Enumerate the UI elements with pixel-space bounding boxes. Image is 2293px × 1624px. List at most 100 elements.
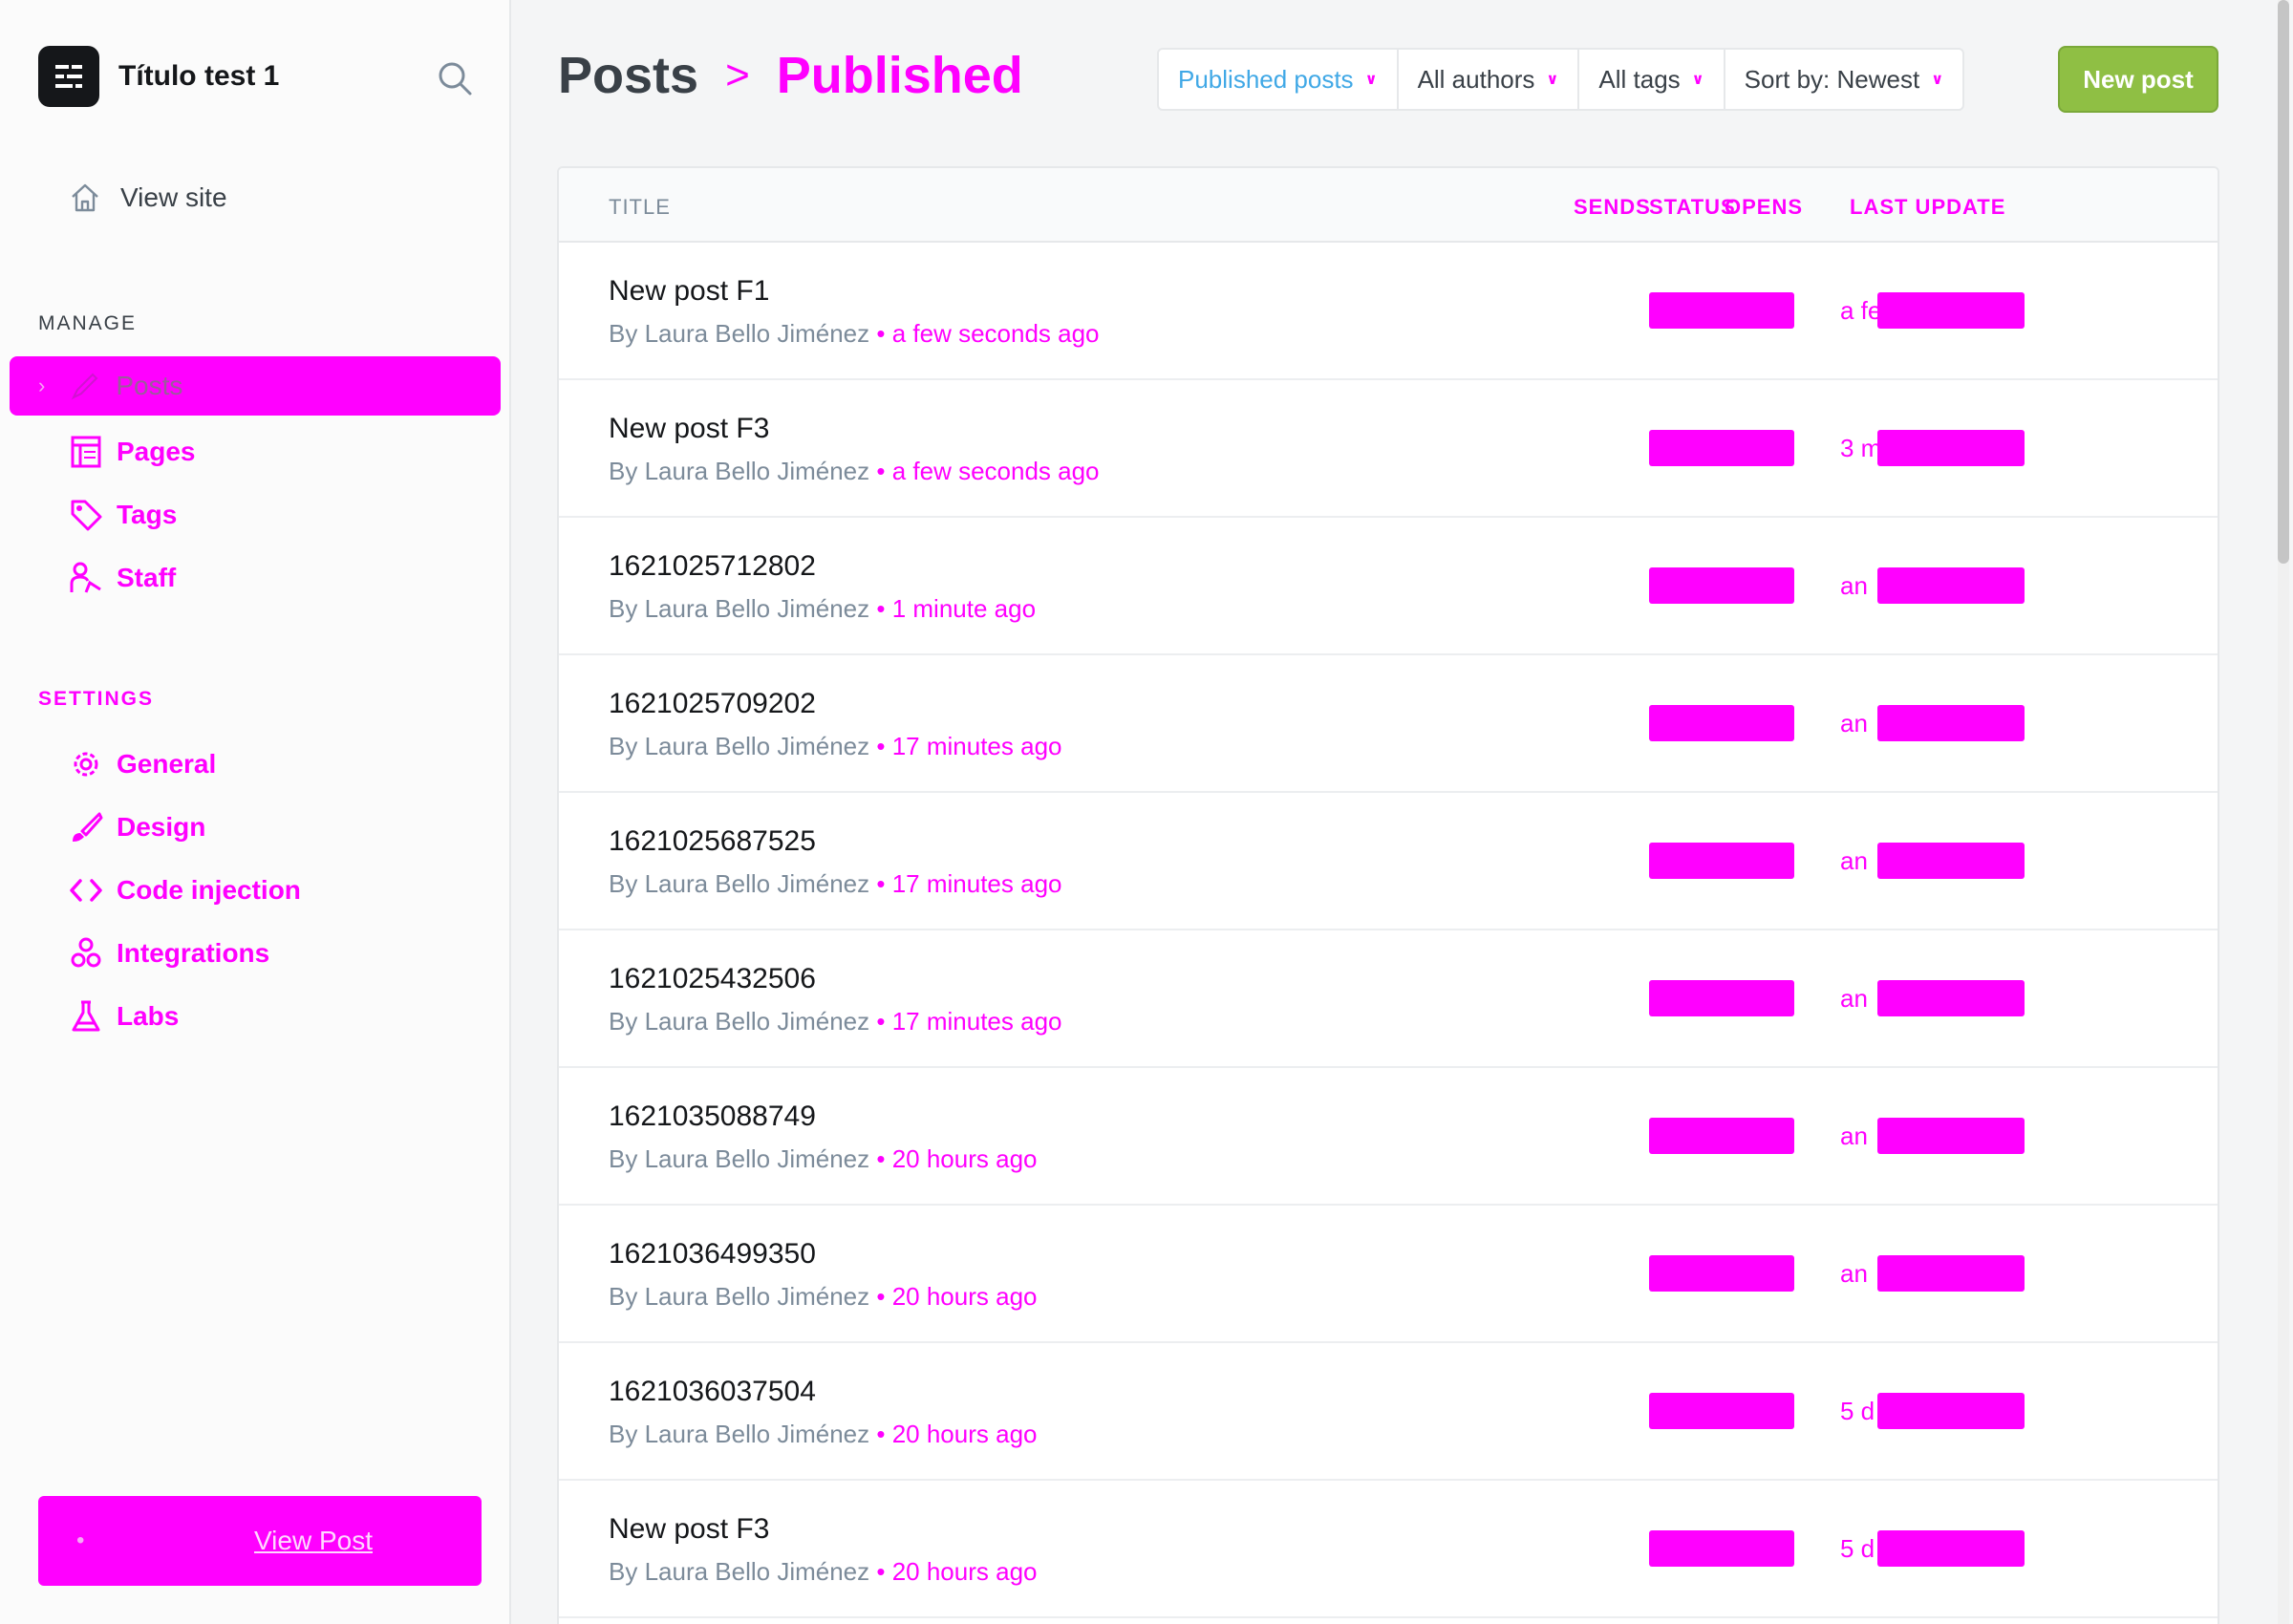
table-row[interactable]: New post F3 By Laura Bello Jiménez • 20 …	[559, 1481, 2218, 1618]
sidebar-item-code-injection[interactable]: Code injection	[69, 873, 301, 908]
view-post-link[interactable]: View Post	[254, 1526, 373, 1556]
post-author: By Laura Bello Jiménez	[609, 1007, 870, 1036]
status-badge	[1649, 705, 1794, 741]
brand[interactable]: Título test 1	[38, 46, 279, 107]
table-row[interactable]: 1621025432506 By Laura Bello Jiménez • 1…	[559, 930, 2218, 1068]
post-meta: By Laura Bello Jiménez • 20 hours ago	[609, 1420, 1038, 1449]
search-icon[interactable]	[436, 59, 474, 97]
post-meta: By Laura Bello Jiménez • 20 hours ago	[609, 1144, 1038, 1174]
column-opens[interactable]: OPENS	[1725, 195, 1803, 220]
post-title: 1621025432506	[609, 963, 816, 994]
post-time: • 20 hours ago	[876, 1420, 1038, 1448]
home-icon	[69, 182, 101, 214]
post-author: By Laura Bello Jiménez	[609, 457, 870, 485]
sidebar-item-staff[interactable]: Staff	[69, 561, 176, 595]
post-meta: By Laura Bello Jiménez • 17 minutes ago	[609, 869, 1062, 899]
post-author: By Laura Bello Jiménez	[609, 319, 870, 348]
table-row[interactable]: 1621036499350 By Laura Bello Jiménez • 2…	[559, 1206, 2218, 1343]
status-badge	[1649, 1255, 1794, 1292]
status-badge	[1649, 292, 1794, 329]
post-title: New post F1	[609, 275, 770, 307]
post-time: • 20 hours ago	[876, 1144, 1038, 1173]
staff-icon	[69, 561, 103, 595]
posts-table: TITLE SENDS STATUS OPENS LAST UPDATE New…	[557, 166, 2219, 1624]
page-subtitle: Published	[776, 47, 1023, 104]
view-post-banner[interactable]: • View Post	[38, 1496, 482, 1586]
column-last-update[interactable]: LAST UPDATE	[1850, 195, 2005, 220]
status-badge	[1649, 980, 1794, 1016]
last-update-badge	[1877, 292, 2025, 329]
code-icon	[69, 873, 103, 908]
post-author: By Laura Bello Jiménez	[609, 1282, 870, 1311]
sidebar-item-posts[interactable]: › Posts	[10, 356, 501, 416]
last-update-badge	[1877, 567, 2025, 604]
pages-icon	[69, 435, 103, 469]
last-update-badge	[1877, 1530, 2025, 1567]
sort-filter[interactable]: Sort by: Newest ∨	[1725, 50, 1963, 109]
post-meta: By Laura Bello Jiménez • 17 minutes ago	[609, 1007, 1062, 1036]
post-title: 1621036499350	[609, 1238, 816, 1270]
table-row[interactable]: 1621035088749 By Laura Bello Jiménez • 2…	[559, 1068, 2218, 1206]
post-author: By Laura Bello Jiménez	[609, 594, 870, 623]
table-row[interactable]: 1621036037504 By Laura Bello Jiménez • 2…	[559, 1343, 2218, 1481]
table-header: TITLE SENDS STATUS OPENS LAST UPDATE	[559, 168, 2218, 243]
post-title: 1621025709202	[609, 688, 816, 719]
post-time: • 17 minutes ago	[876, 869, 1062, 898]
sidebar-item-label: Integrations	[117, 938, 270, 968]
sidebar-item-general[interactable]: General	[69, 747, 216, 781]
table-row[interactable]: 1621025712802 By Laura Bello Jiménez • 1…	[559, 518, 2218, 655]
sidebar-item-label: Design	[117, 812, 206, 842]
sidebar-item-tags[interactable]: Tags	[69, 498, 177, 532]
main-content: Posts > Published Published posts ∨ All …	[511, 0, 2293, 1624]
flask-icon	[69, 999, 103, 1034]
scrollbar[interactable]	[2278, 0, 2289, 1624]
post-meta: By Laura Bello Jiménez • a few seconds a…	[609, 319, 1100, 349]
post-time: • 20 hours ago	[876, 1557, 1038, 1586]
page-title[interactable]: Posts	[558, 46, 698, 105]
table-row[interactable]: New post F3 By Laura Bello Jiménez • a f…	[559, 380, 2218, 518]
post-title: New post F3	[609, 1513, 770, 1545]
column-title[interactable]: TITLE	[609, 195, 671, 220]
manage-section-label: MANAGE	[38, 312, 138, 334]
breadcrumb-separator: >	[725, 52, 750, 98]
filter-label: All tags	[1598, 64, 1681, 94]
last-update-badge	[1877, 705, 2025, 741]
table-row[interactable]: 1621025687525 By Laura Bello Jiménez • 1…	[559, 793, 2218, 930]
new-post-button[interactable]: New post	[2058, 46, 2218, 113]
last-update-badge	[1877, 430, 2025, 466]
post-time: • a few seconds ago	[876, 319, 1100, 348]
table-row[interactable]: New post F1 By Laura Bello Jiménez • a f…	[559, 243, 2218, 380]
sidebar-item-pages[interactable]: Pages	[69, 435, 196, 469]
last-update-badge	[1877, 1393, 2025, 1429]
author-filter[interactable]: All authors ∨	[1399, 50, 1580, 109]
sidebar-item-label: Code injection	[117, 875, 301, 905]
view-site-link[interactable]: View site	[69, 182, 227, 214]
column-sends[interactable]: SENDS	[1574, 195, 1651, 220]
tag-filter[interactable]: All tags ∨	[1579, 50, 1725, 109]
chevron-down-icon: ∨	[1691, 72, 1704, 88]
sidebar-item-design[interactable]: Design	[69, 810, 205, 844]
post-author: By Laura Bello Jiménez	[609, 732, 870, 760]
integrations-icon	[69, 936, 103, 971]
last-update-text: 3 m	[1840, 434, 1882, 462]
filter-label: All authors	[1417, 64, 1535, 94]
column-status[interactable]: STATUS	[1649, 195, 1736, 220]
filter-label: Published posts	[1178, 64, 1354, 94]
posts-icon	[68, 369, 102, 403]
status-badge	[1649, 1530, 1794, 1567]
status-badge	[1649, 430, 1794, 466]
post-title: 1621025687525	[609, 825, 816, 857]
post-author: By Laura Bello Jiménez	[609, 1557, 870, 1586]
view-site-label: View site	[120, 182, 227, 212]
sidebar-item-integrations[interactable]: Integrations	[69, 936, 269, 971]
table-row[interactable]: 1621025709202 By Laura Bello Jiménez • 1…	[559, 655, 2218, 793]
view-post-prefix: •	[76, 1528, 85, 1553]
last-update-text: an	[1840, 1122, 1868, 1150]
post-meta: By Laura Bello Jiménez • 17 minutes ago	[609, 732, 1062, 761]
last-update-text: 5 d	[1840, 1534, 1875, 1563]
post-time: • 1 minute ago	[876, 594, 1037, 623]
scrollbar-thumb[interactable]	[2278, 0, 2289, 564]
sidebar-item-labs[interactable]: Labs	[69, 999, 179, 1034]
chevron-down-icon: ∨	[1931, 72, 1944, 88]
post-type-filter[interactable]: Published posts ∨	[1159, 50, 1399, 109]
